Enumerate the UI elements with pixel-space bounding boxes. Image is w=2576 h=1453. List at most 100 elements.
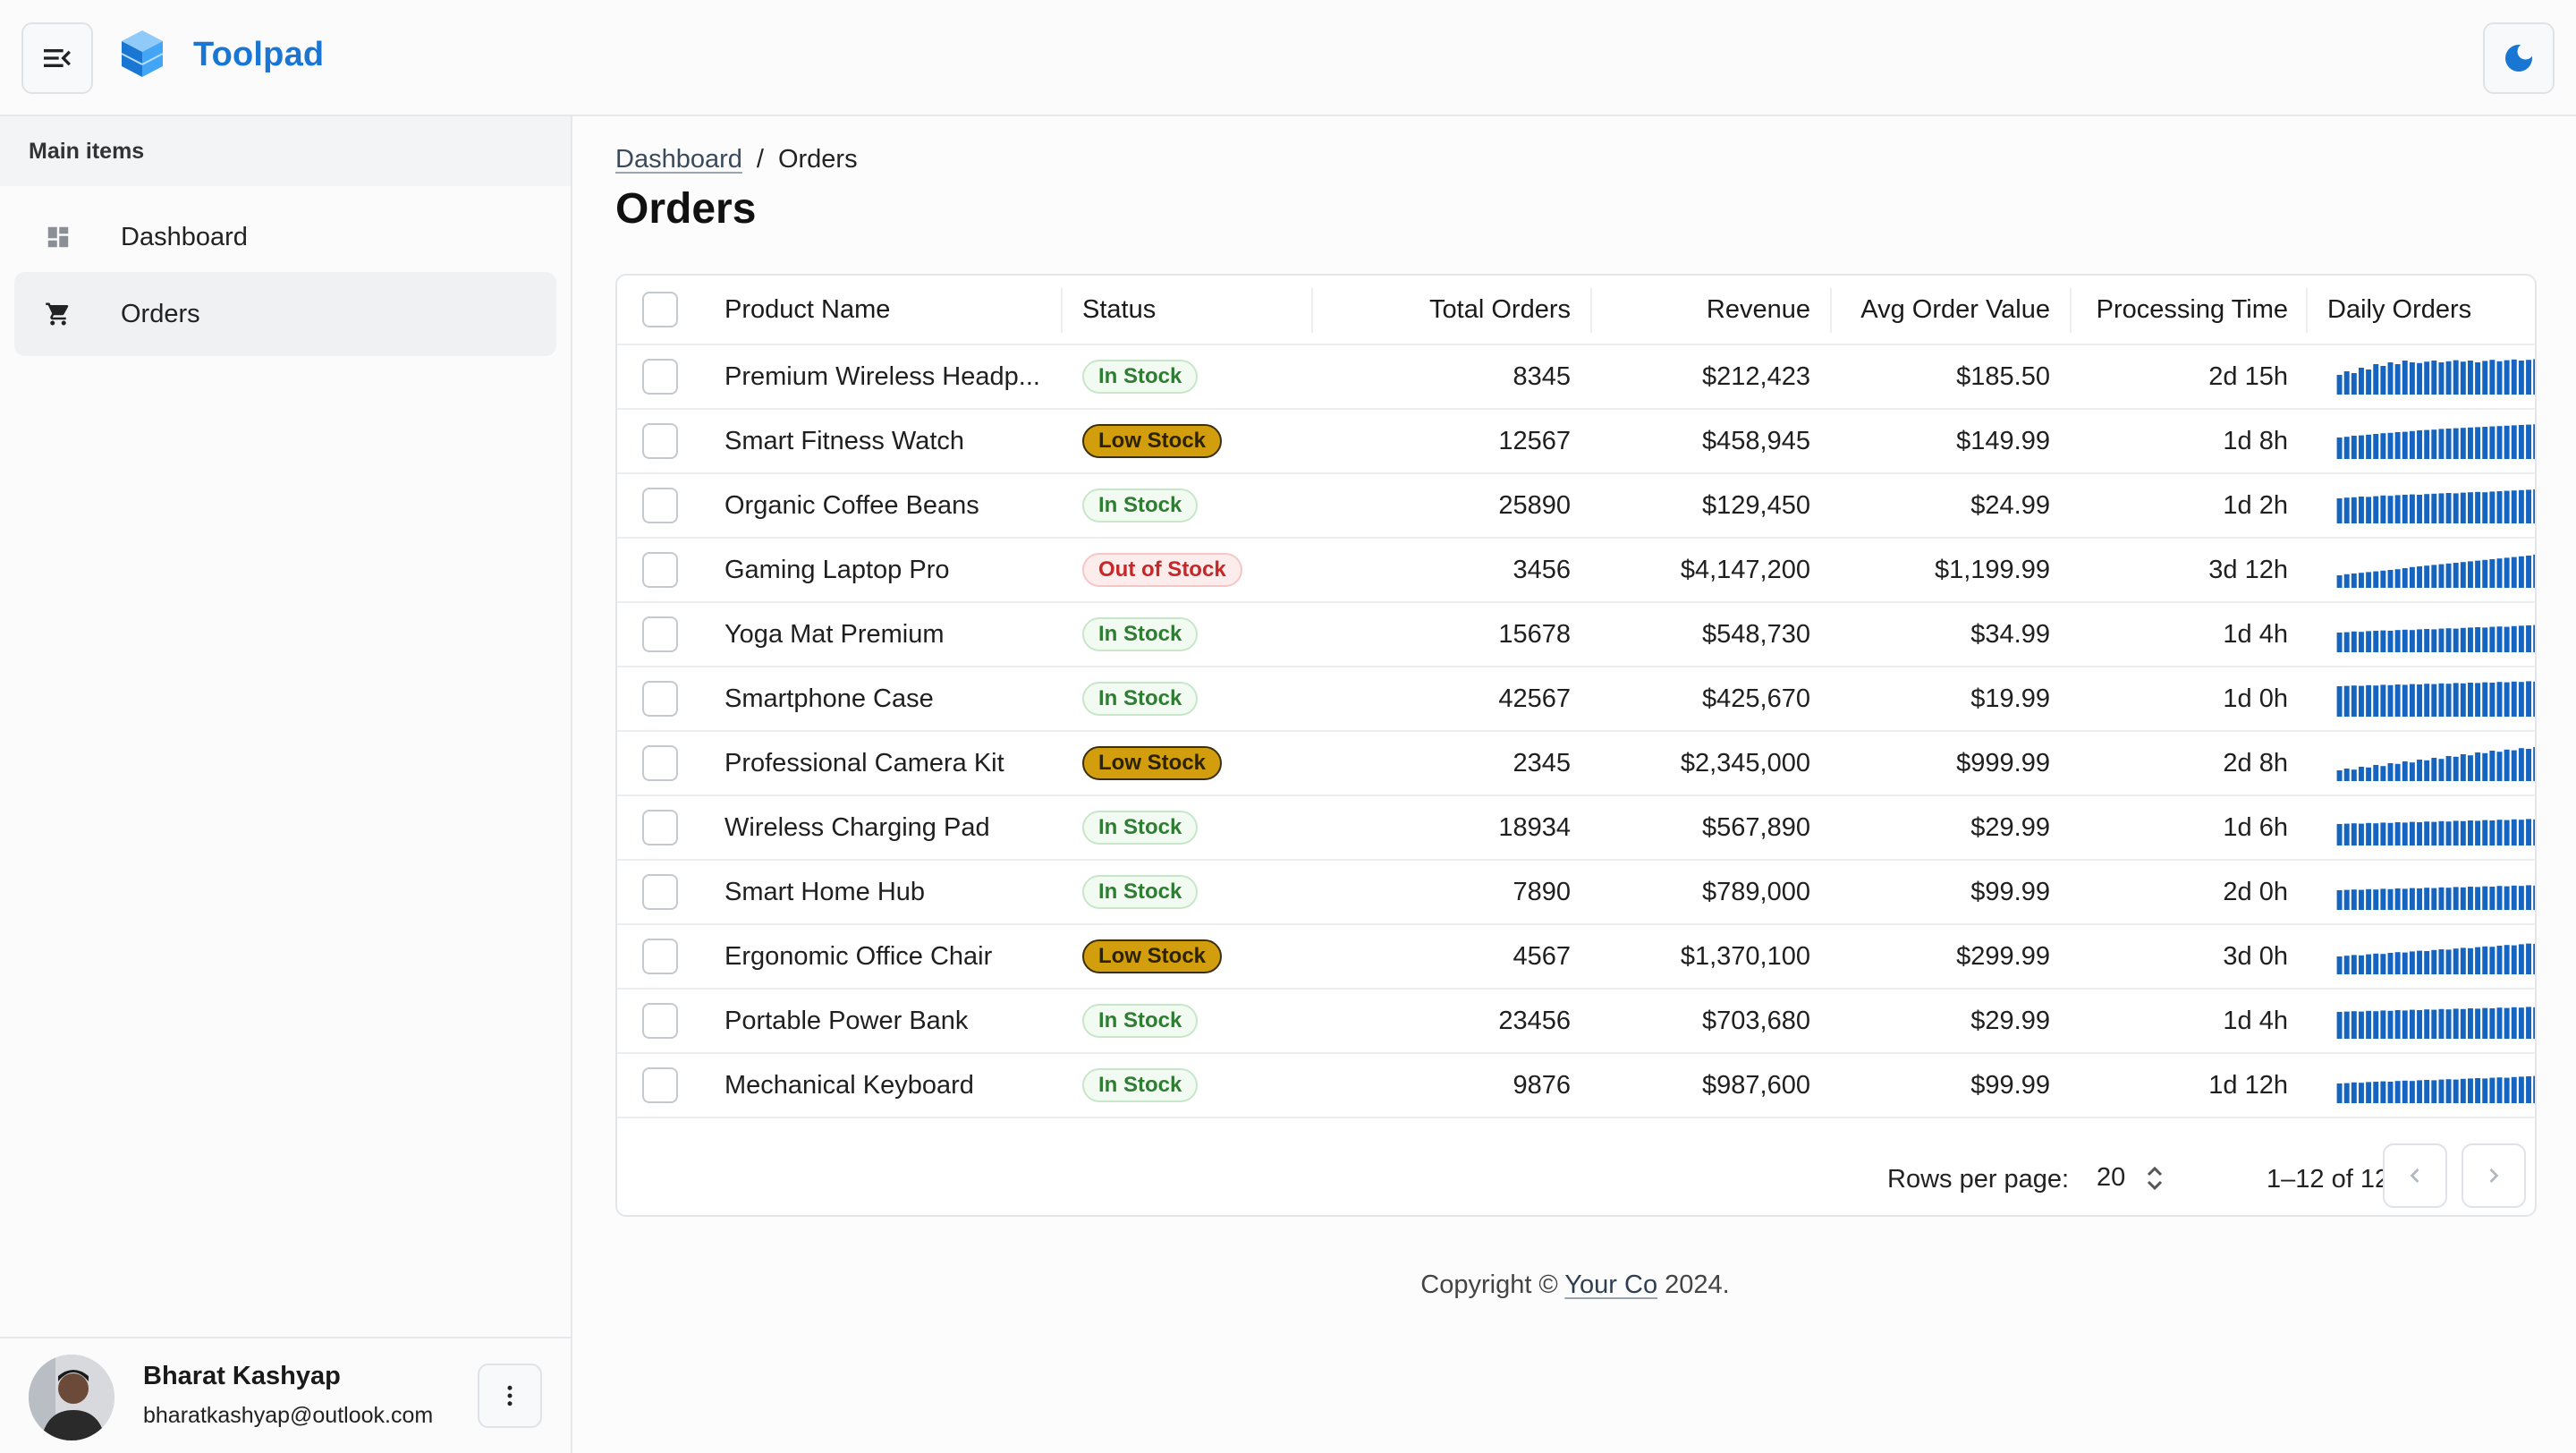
sparkline-bar [2373, 571, 2379, 588]
row-checkbox[interactable] [642, 810, 678, 845]
sparkline-bar [2380, 1010, 2386, 1039]
sparkline-bar [2366, 572, 2372, 588]
row-checkbox[interactable] [642, 1067, 678, 1103]
sparkline-bar [2460, 492, 2466, 523]
sparkline-bar [2518, 820, 2524, 845]
select-all-checkbox[interactable] [642, 292, 678, 327]
sparkline-bar [2475, 627, 2481, 652]
sparkline-bar [2489, 751, 2496, 781]
row-checkbox[interactable] [642, 552, 678, 588]
sparkline-bar [2496, 626, 2503, 652]
sparkline-bar [2468, 820, 2473, 845]
table-row[interactable]: Portable Power Bank In Stock 23456 $703,680… [617, 990, 2535, 1054]
sidebar-item-orders[interactable]: Orders [14, 272, 556, 356]
table-row[interactable]: Organic Coffee Beans In Stock 25890 $129,45… [617, 474, 2535, 539]
sparkline-bar [2518, 1007, 2524, 1039]
avg-order-cell: $999.99 [1956, 748, 2050, 777]
sparkline-bar [2394, 495, 2401, 523]
row-checkbox[interactable] [642, 939, 678, 974]
sparkline-bar [2431, 758, 2437, 781]
sparkline-bar [2359, 368, 2364, 395]
rows-per-page-select[interactable]: 20 [2097, 1163, 2165, 1193]
sparkline-bar [2373, 1011, 2379, 1039]
sparkline-bar [2431, 565, 2437, 588]
sparkline-bar [2438, 820, 2445, 845]
table-row[interactable]: Mechanical Keyboard In Stock 9876 $987,600 $… [617, 1054, 2535, 1118]
product-name-cell: Smart Home Hub [724, 877, 926, 906]
pagination-range: 1–12 of 12 [2267, 1165, 2390, 1194]
sparkline-bar [2394, 630, 2401, 652]
row-checkbox[interactable] [642, 1003, 678, 1039]
column-header-total-orders[interactable]: Total Orders [1333, 276, 1571, 344]
sparkline-bar [2460, 820, 2466, 845]
table-row[interactable]: Smart Home Hub In Stock 7890 $789,000 $99.99… [617, 861, 2535, 925]
grid-header-row: Product Name Status Total Orders Revenue… [617, 276, 2535, 345]
table-row[interactable]: Smart Fitness Watch Low Stock 12567 $458,94… [617, 410, 2535, 474]
sidebar-item-dashboard[interactable]: Dashboard [14, 195, 556, 279]
sparkline-bar [2526, 681, 2531, 717]
row-checkbox[interactable] [642, 488, 678, 523]
row-checkbox[interactable] [642, 423, 678, 459]
sparkline-bar [2343, 632, 2350, 652]
rows-per-page-value: 20 [2097, 1163, 2126, 1192]
sparkline-bar [2387, 888, 2394, 910]
row-checkbox-cell [642, 539, 678, 601]
next-page-button[interactable] [2462, 1143, 2526, 1208]
collapse-menu-button[interactable] [21, 22, 93, 94]
sparkline-bar [2453, 493, 2459, 523]
processing-time-cell: 2d 0h [2223, 877, 2288, 906]
row-checkbox[interactable] [642, 745, 678, 781]
sparkline-bar [2402, 361, 2408, 395]
column-header-revenue[interactable]: Revenue [1610, 276, 1810, 344]
previous-page-button[interactable] [2383, 1143, 2447, 1208]
table-row[interactable]: Ergonomic Office Chair Low Stock 4567 $1,37… [617, 925, 2535, 990]
column-header-daily-orders[interactable]: Daily Orders [2327, 276, 2471, 344]
row-checkbox[interactable] [642, 681, 678, 717]
sparkline-bar [2373, 496, 2379, 523]
sparkline-bar [2417, 684, 2422, 717]
sparkline-bar [2417, 430, 2422, 459]
column-header-product[interactable]: Product Name [724, 276, 890, 344]
account-options-button[interactable] [478, 1364, 542, 1428]
sparkline-bar [2438, 949, 2445, 974]
sparkline-bar [2387, 362, 2394, 395]
sparkline-bar [2518, 361, 2524, 395]
sparkline-bar [2504, 749, 2510, 781]
sparkline-bar [2351, 769, 2357, 781]
table-row[interactable]: Professional Camera Kit Low Stock 2345 $2,3… [617, 732, 2535, 796]
sparkline-bar [2453, 1008, 2459, 1039]
total-orders-cell: 7890 [1513, 877, 1571, 906]
company-link[interactable]: Your Co [1564, 1270, 1657, 1299]
sparkline-bar [2511, 425, 2517, 459]
avatar[interactable] [29, 1355, 114, 1440]
theme-toggle-button[interactable] [2483, 22, 2555, 94]
breadcrumb-link-dashboard[interactable]: Dashboard [615, 145, 742, 174]
sparkline-bar [2351, 685, 2357, 717]
daily-orders-cell [2336, 732, 2535, 794]
column-header-avg-order[interactable]: Avg Order Value [1852, 276, 2050, 344]
table-row[interactable]: Premium Wireless Headp... In Stock 8345 $21… [617, 345, 2535, 410]
table-row[interactable]: Wireless Charging Pad In Stock 18934 $567,8… [617, 796, 2535, 861]
chevron-left-icon [2410, 1168, 2419, 1183]
sparkline-bar [2482, 361, 2488, 395]
sparkline-bar [2504, 1077, 2510, 1103]
sparkline-bar [2526, 489, 2531, 523]
column-header-processing[interactable]: Processing Time [2089, 276, 2288, 344]
product-name-cell: Professional Camera Kit [724, 748, 1004, 777]
revenue-cell: $703,680 [1702, 1006, 1810, 1035]
revenue-cell: $789,000 [1702, 877, 1810, 906]
sparkline-bar [2359, 1083, 2364, 1103]
table-row[interactable]: Yoga Mat Premium In Stock 15678 $548,730 $34… [617, 603, 2535, 667]
table-row[interactable]: Gaming Laptop Pro Out of Stock 3456 $4,147,… [617, 539, 2535, 603]
total-orders-cell: 18934 [1498, 812, 1571, 842]
row-checkbox[interactable] [642, 359, 678, 395]
sparkline-bar [2373, 765, 2379, 781]
table-row[interactable]: Smartphone Case In Stock 42567 $425,670 $19.… [617, 667, 2535, 732]
sparkline-bar [2366, 888, 2372, 910]
app-brand-title[interactable]: Toolpad [193, 36, 324, 74]
sparkline-bar [2343, 769, 2350, 781]
row-checkbox[interactable] [642, 874, 678, 910]
column-header-status[interactable]: Status [1082, 276, 1156, 344]
sparkline-bar [2387, 763, 2394, 781]
row-checkbox[interactable] [642, 616, 678, 652]
